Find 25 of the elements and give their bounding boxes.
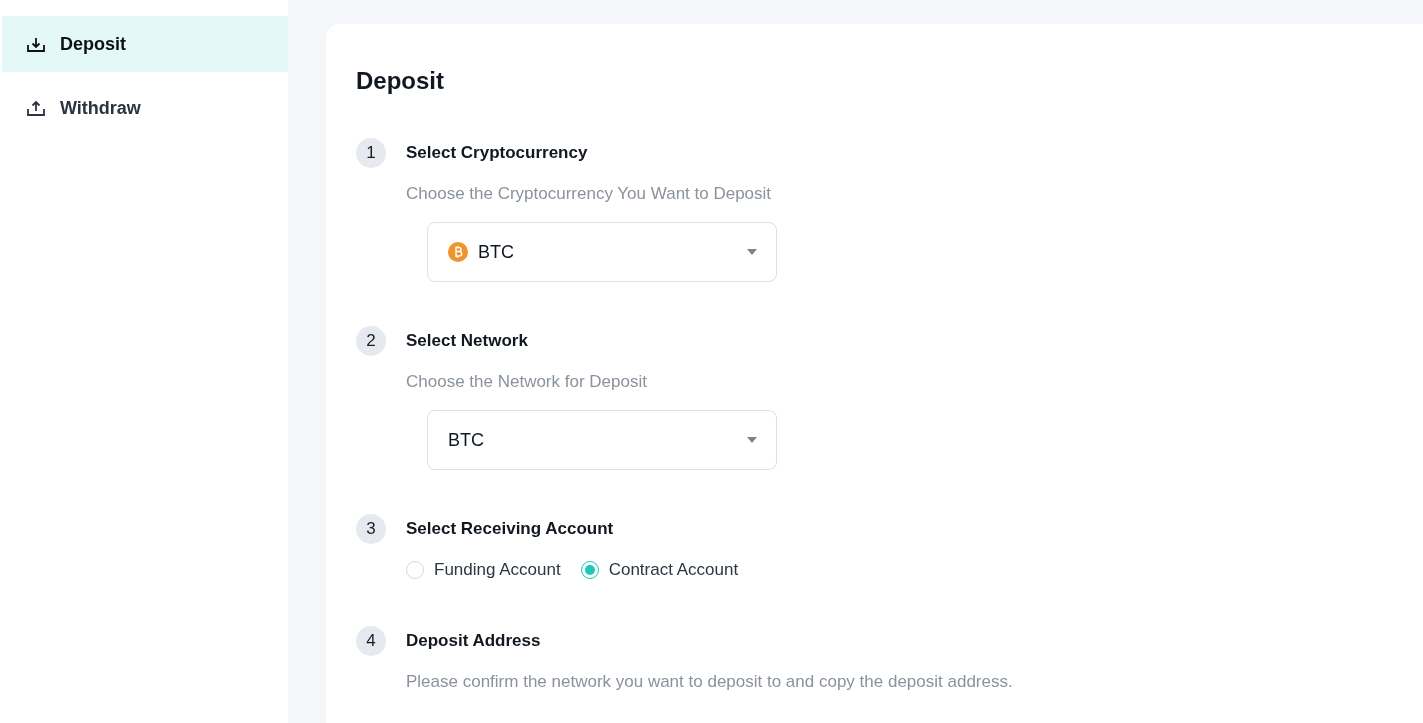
coin-icon bbox=[448, 242, 468, 262]
sidebar-item[interactable]: Withdraw bbox=[2, 80, 288, 136]
step-number: 4 bbox=[356, 626, 386, 656]
step-number: 3 bbox=[356, 514, 386, 544]
step-title: Deposit Address bbox=[406, 631, 541, 651]
radio-option[interactable]: Contract Account bbox=[580, 560, 739, 580]
sidebar-item[interactable]: Deposit bbox=[2, 16, 288, 72]
dropdown[interactable]: BTC bbox=[427, 222, 777, 282]
step-number: 2 bbox=[356, 326, 386, 356]
step-description: Choose the Cryptocurrency You Want to Deposit bbox=[406, 183, 773, 205]
card-title: Deposit bbox=[356, 66, 445, 96]
dropdown[interactable]: BTC bbox=[427, 410, 777, 470]
step-title: Select Receiving Account bbox=[406, 519, 614, 539]
caret-icon bbox=[746, 248, 758, 256]
radio-option[interactable]: Funding Account bbox=[406, 560, 561, 580]
caret-icon bbox=[746, 436, 758, 444]
sidebar-label: Withdraw bbox=[60, 97, 141, 119]
sidebar-label: Deposit bbox=[60, 33, 126, 55]
step-title: Select Network bbox=[406, 331, 528, 351]
step-title: Select Cryptocurrency bbox=[406, 143, 588, 163]
step-description: Please confirm the network you want to deposit to and copy the deposit address. bbox=[406, 671, 1014, 693]
step-description: Choose the Network for Deposit bbox=[406, 371, 648, 393]
step-number: 1 bbox=[356, 138, 386, 168]
upload-icon bbox=[26, 99, 46, 117]
download-icon bbox=[26, 35, 46, 53]
